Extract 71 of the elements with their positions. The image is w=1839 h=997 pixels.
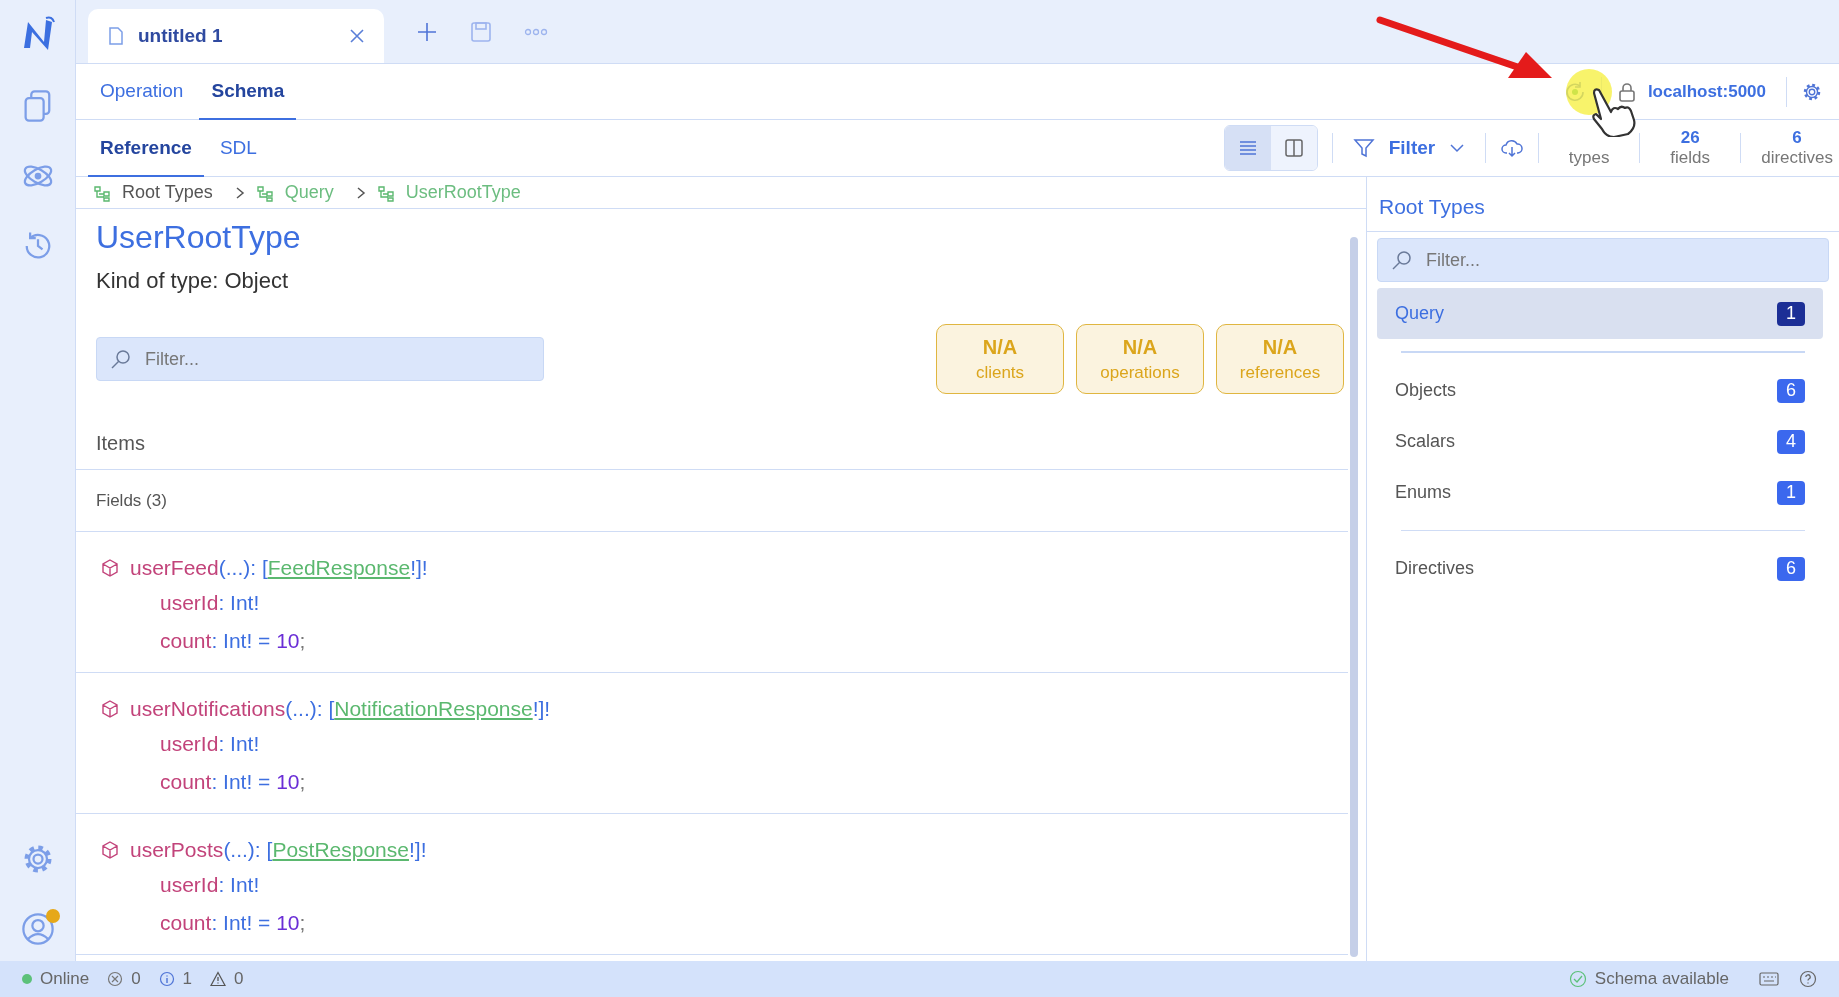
list-icon bbox=[1237, 138, 1258, 158]
document-tab[interactable]: untitled 1 bbox=[88, 9, 384, 63]
panel-title: Root Types bbox=[1367, 177, 1839, 232]
type-kind: Kind of type: Object bbox=[95, 267, 289, 294]
type-suffix: !]! bbox=[410, 556, 428, 580]
type-list-item[interactable]: Directives 6 bbox=[1377, 543, 1823, 594]
type-list-item[interactable]: Enums 1 bbox=[1377, 467, 1823, 518]
argument-line: userId: Int! bbox=[159, 872, 261, 898]
type-list-item[interactable]: Scalars 4 bbox=[1377, 416, 1823, 467]
cube-icon bbox=[100, 558, 120, 578]
filter-field[interactable]: Filter... bbox=[96, 337, 544, 381]
metric-value: N/A bbox=[982, 335, 1018, 359]
check-circle-icon bbox=[1568, 970, 1587, 988]
help-icon[interactable] bbox=[1799, 970, 1817, 988]
funnel-icon bbox=[1352, 137, 1375, 159]
info-icon bbox=[158, 971, 175, 987]
warning-count: 0 bbox=[234, 969, 244, 989]
argument-line: count: Int! = 10; bbox=[159, 628, 307, 654]
metric-value: N/A bbox=[1262, 335, 1298, 359]
type-suffix: !]! bbox=[408, 838, 427, 862]
list-view-button[interactable] bbox=[1224, 126, 1271, 170]
file-icon bbox=[106, 26, 126, 46]
close-icon[interactable] bbox=[348, 27, 366, 45]
group-heading: Fields (3) bbox=[76, 470, 1348, 532]
stat-label: types bbox=[1568, 148, 1610, 168]
plus-icon[interactable] bbox=[416, 20, 438, 43]
argument-line: count: Int! = 10; bbox=[159, 910, 307, 936]
stat-count: 6 bbox=[1792, 128, 1802, 148]
breadcrumb-link[interactable]: Root Types bbox=[120, 182, 225, 203]
type-suffix: !]! bbox=[532, 697, 551, 721]
argument-line: userId: Int! bbox=[159, 731, 261, 757]
search-icon bbox=[1391, 249, 1413, 271]
connection-status: Online bbox=[40, 969, 90, 989]
metric-label: clients bbox=[975, 362, 1025, 383]
metric-label: references bbox=[1239, 362, 1321, 383]
columns-icon bbox=[1283, 138, 1304, 158]
view-tab[interactable]: SDL bbox=[207, 120, 269, 177]
argument-line: count: Int! = 10; bbox=[159, 769, 307, 795]
cube-icon bbox=[100, 699, 120, 719]
stat-count: 26 bbox=[1680, 128, 1700, 148]
type-title: UserRootType bbox=[95, 218, 302, 256]
filter-field[interactable]: Filter... bbox=[1377, 238, 1829, 282]
argument-line: userId: Int! bbox=[159, 590, 261, 616]
view-tab[interactable]: Reference bbox=[88, 120, 204, 177]
schema-status: Schema available bbox=[1594, 969, 1729, 989]
metric-value: N/A bbox=[1122, 335, 1158, 359]
stat-label: directives bbox=[1761, 148, 1833, 168]
filter-button[interactable]: Filter bbox=[1346, 136, 1472, 160]
endpoint-link[interactable]: localhost:5000 bbox=[1641, 81, 1772, 102]
warning-icon bbox=[210, 971, 227, 987]
field-signature: userPosts(...): [ bbox=[130, 838, 273, 862]
cube-icon bbox=[100, 840, 120, 860]
error-count: 0 bbox=[131, 969, 141, 989]
type-list-item[interactable]: Objects 6 bbox=[1377, 365, 1823, 416]
type-list-item[interactable]: Query 1 bbox=[1377, 288, 1823, 339]
info-count: 1 bbox=[182, 969, 193, 989]
mode-tab[interactable]: Operation bbox=[88, 64, 196, 120]
field-signature: userNotifications(...): [ bbox=[130, 697, 335, 721]
field-signature: userFeed(...): [ bbox=[130, 556, 268, 580]
scrollbar-thumb[interactable] bbox=[1350, 237, 1358, 957]
split-view-button[interactable] bbox=[1270, 126, 1317, 170]
error-icon bbox=[107, 971, 124, 987]
keyboard-icon[interactable] bbox=[1759, 972, 1779, 986]
save-icon[interactable] bbox=[470, 20, 492, 43]
more-icon[interactable] bbox=[524, 26, 548, 37]
stat-label: fields bbox=[1670, 148, 1711, 168]
mode-tab[interactable]: Schema bbox=[199, 64, 297, 120]
section-heading: Items bbox=[76, 394, 1348, 470]
search-icon bbox=[110, 348, 132, 370]
metric-label: operations bbox=[1100, 362, 1180, 383]
user-avatar-icon[interactable] bbox=[19, 911, 56, 947]
